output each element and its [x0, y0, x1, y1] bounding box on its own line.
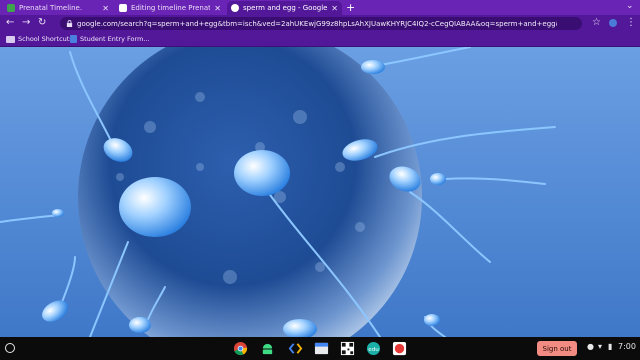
sign-out-button[interactable]: Sign out [537, 341, 577, 356]
qr-icon[interactable] [340, 341, 355, 356]
notification-icon[interactable]: ● [587, 342, 594, 351]
tab-sperm-and-egg[interactable]: sperm and egg - Google Search ✕ [227, 1, 342, 15]
close-icon[interactable]: ✕ [214, 4, 221, 13]
back-icon[interactable]: ← [6, 17, 14, 28]
page-favicon-icon [119, 4, 127, 12]
google-favicon-icon [231, 4, 239, 12]
tab-label: Prenatal Timeline. [19, 4, 83, 12]
file-icon [70, 35, 77, 43]
image-viewer[interactable] [0, 47, 640, 337]
clock[interactable]: 7:00 [618, 342, 636, 351]
tab-prenatal-timeline[interactable]: Prenatal Timeline. ✕ [3, 1, 113, 15]
bookmarks-bar: School Shortcuts Student Entry Form... [0, 32, 640, 47]
launcher-icon[interactable] [5, 343, 15, 353]
code-icon[interactable] [288, 341, 303, 356]
tab-strip: Prenatal Timeline. ✕ Editing timeline Pr… [0, 0, 640, 15]
forward-icon[interactable]: → [22, 17, 30, 28]
bookmark-school-shortcuts[interactable]: School Shortcuts [6, 34, 73, 44]
folder-icon [6, 35, 15, 43]
tab-editing-timeline[interactable]: Editing timeline Prenatal timeli ✕ [115, 1, 225, 15]
chrome-icon[interactable] [233, 341, 248, 356]
chromeos-shelf: edu Sign out ● ▾ ▮ 7:00 [0, 337, 640, 360]
lock-icon [66, 20, 73, 27]
wifi-icon[interactable]: ▾ [598, 342, 602, 351]
bookmark-star-icon[interactable]: ☆ [592, 17, 601, 28]
close-icon[interactable]: ✕ [102, 4, 109, 13]
bookmark-label: School Shortcuts [18, 35, 73, 43]
avatar[interactable] [609, 19, 617, 27]
edu-icon[interactable]: edu [366, 341, 381, 356]
new-tab-button[interactable]: + [346, 1, 355, 14]
address-bar[interactable]: google.com/search?q=sperm+and+egg&tbm=is… [60, 17, 582, 30]
browser-toolbar: ← → ↻ google.com/search?q=sperm+and+egg&… [0, 15, 640, 32]
slides-favicon-icon [7, 4, 15, 12]
reload-icon[interactable]: ↻ [38, 17, 46, 28]
bookmark-label: Student Entry Form... [80, 35, 150, 43]
tab-label: Editing timeline Prenatal timeli [131, 4, 211, 12]
tab-label: sperm and egg - Google Search [243, 4, 328, 12]
url-text: google.com/search?q=sperm+and+egg&tbm=is… [77, 19, 557, 28]
sperm-egg-image [0, 47, 640, 337]
battery-icon[interactable]: ▮ [608, 342, 612, 351]
close-icon[interactable]: ✕ [331, 4, 338, 13]
files-icon[interactable] [314, 341, 329, 356]
bookmark-student-entry-form[interactable]: Student Entry Form... [70, 34, 150, 44]
window-menu-icon[interactable]: ⌄ [626, 1, 634, 11]
svg-text:edu: edu [368, 347, 379, 353]
record-icon[interactable] [392, 341, 407, 356]
menu-icon[interactable]: ⋮ [626, 17, 636, 28]
android-icon[interactable] [260, 341, 275, 356]
